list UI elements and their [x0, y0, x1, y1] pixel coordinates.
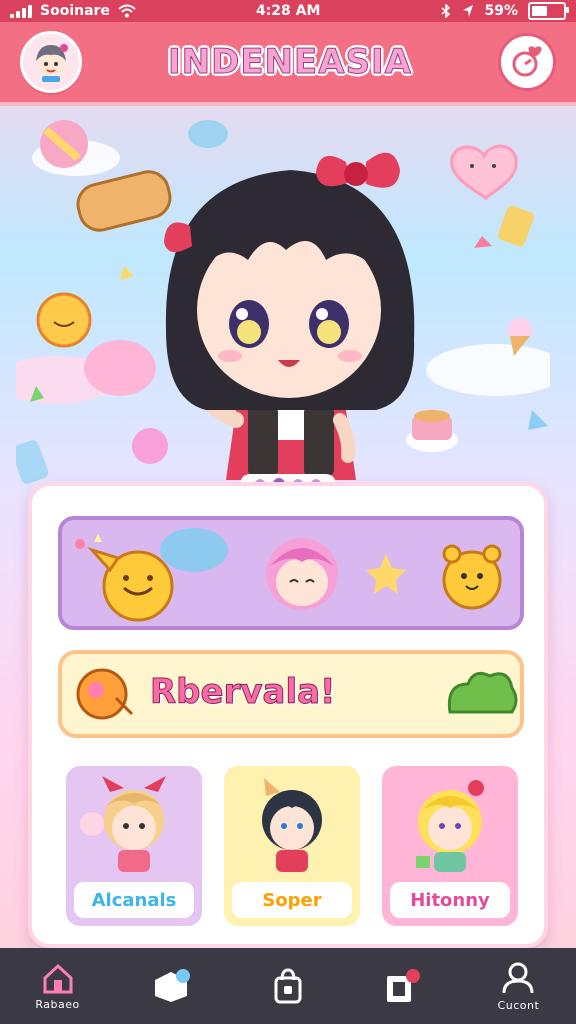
character-card-label: Hitonny — [390, 882, 510, 918]
heart-clock-icon — [512, 46, 542, 77]
bear-mascot — [442, 544, 502, 610]
nav-item-cube[interactable] — [115, 948, 230, 1024]
game-title: INDENEASIA — [168, 42, 412, 83]
avatar-face-icon — [36, 44, 68, 82]
character-card[interactable]: Alcanals — [66, 766, 202, 926]
app-header: INDENEASIA — [0, 22, 576, 106]
character-card[interactable]: Soper — [224, 766, 360, 926]
character-card-label: Soper — [232, 882, 352, 918]
nav-item-mail[interactable] — [346, 948, 461, 1024]
battery-level — [531, 6, 548, 16]
main-panel: Rbervala! Alcanals Soper Hitonny — [28, 482, 548, 948]
main-character — [164, 152, 415, 480]
status-bar: Sooinare 4:28 AM 59% — [0, 0, 576, 22]
bag-icon — [270, 968, 306, 1004]
character-cards: Alcanals Soper Hitonny — [66, 766, 518, 926]
mascot-row — [75, 528, 502, 622]
cube-icon — [153, 968, 193, 1004]
hero-scene — [16, 120, 550, 484]
signal-icon — [10, 4, 32, 18]
character-card-label: Alcanals — [74, 882, 194, 918]
nav-item-bag[interactable] — [230, 948, 345, 1024]
profile-icon — [501, 961, 535, 995]
reward-title: Rbervala! — [150, 672, 337, 713]
home-icon — [41, 962, 75, 994]
bluetooth-icon — [441, 4, 451, 18]
favorites-button[interactable] — [498, 33, 556, 91]
battery-icon — [527, 2, 569, 20]
bird-mascot-icon — [76, 668, 134, 720]
reward-banner[interactable]: Rbervala! — [58, 650, 524, 738]
nav-label: Rabaeo — [35, 997, 80, 1011]
battery-percent: 59% — [484, 3, 518, 19]
yellow-mascot — [87, 546, 174, 622]
status-time: 4:28 AM — [255, 3, 321, 19]
nav-label: Cucont — [497, 998, 540, 1012]
character-portrait — [382, 766, 518, 882]
player-avatar[interactable] — [20, 31, 82, 93]
nav-item-profile[interactable]: Cucont — [461, 948, 576, 1024]
character-portrait — [66, 766, 202, 882]
mascot-banner[interactable] — [58, 516, 524, 630]
hero-illustration — [16, 110, 550, 490]
character-card[interactable]: Hitonny — [382, 766, 518, 926]
character-portrait — [224, 766, 360, 882]
location-icon — [463, 5, 474, 17]
carrier-name: Sooinare — [40, 3, 110, 19]
mail-icon — [383, 968, 423, 1004]
green-bush-icon — [447, 671, 518, 714]
nav-item-home[interactable]: Rabaeo — [0, 948, 115, 1024]
bottom-navigation: Rabaeo Cucont — [0, 948, 576, 1024]
game-screen: Sooinare 4:28 AM 59% INDENEASIA Rbervala… — [0, 0, 576, 1024]
wifi-icon — [118, 4, 136, 18]
pink-haired-mascot — [266, 538, 338, 610]
